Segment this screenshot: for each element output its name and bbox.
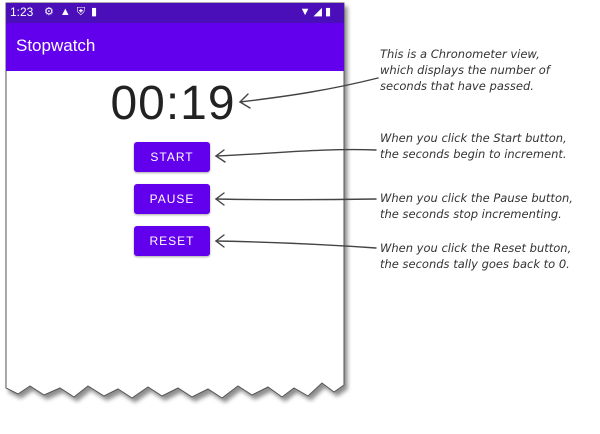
arrow-pause — [215, 198, 377, 201]
status-time: 1:23 — [10, 5, 34, 19]
status-right-icons: ▼◢▮ — [300, 5, 334, 18]
annotation-line: This is a Chronometer view, — [380, 47, 540, 61]
signal-icon: ◢ — [313, 6, 325, 18]
annotation-line: seconds that have passed. — [380, 79, 534, 93]
sd-card-icon: ▮ — [91, 6, 104, 18]
annotation-chronometer: This is a Chronometer view, which displa… — [380, 46, 600, 94]
annotation-line: When you click the Reset button, — [380, 241, 572, 255]
annotation-line: the seconds begin to increment. — [380, 147, 567, 161]
gear-icon: ⚙ — [44, 6, 60, 18]
annotation-reset: When you click the Reset button, the sec… — [380, 240, 600, 272]
annotation-line: When you click the Start button, — [380, 131, 567, 145]
status-left-icons: ⚙▲⛨▮ — [44, 5, 103, 19]
reset-button[interactable]: RESET — [134, 226, 210, 256]
annotation-line: When you click the Pause button, — [380, 191, 573, 205]
battery-icon: ▮ — [324, 6, 334, 18]
annotation-line: which displays the number of — [380, 63, 550, 77]
wifi-icon: ▼ — [299, 6, 314, 18]
start-button[interactable]: START — [134, 142, 210, 172]
chronometer-view: 00:19 — [110, 77, 236, 130]
annotation-line: the seconds stop incrementing. — [380, 207, 562, 221]
annotation-pause: When you click the Pause button, the sec… — [380, 190, 600, 222]
pause-button[interactable]: PAUSE — [134, 184, 210, 214]
annotation-line: the seconds tally goes back to 0. — [380, 257, 570, 271]
app-bar: Stopwatch — [6, 23, 344, 71]
shield-icon: ⛨ — [76, 6, 92, 18]
annotation-start: When you click the Start button, the sec… — [380, 130, 600, 162]
a-icon: ▲ — [59, 6, 77, 18]
status-bar: 1:23 ⚙▲⛨▮ ▼◢▮ — [6, 3, 344, 23]
app-title: Stopwatch — [16, 36, 96, 55]
